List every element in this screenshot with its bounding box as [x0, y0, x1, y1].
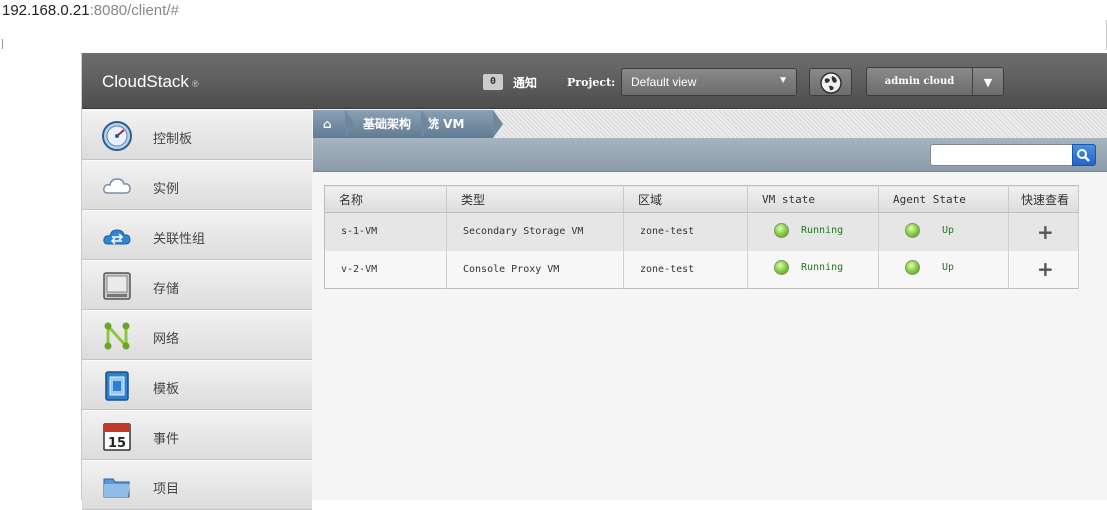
network-icon	[104, 322, 130, 350]
globe-icon	[820, 72, 842, 94]
cell-zone: zone-test	[623, 212, 748, 251]
events-calendar-icon: 15	[103, 423, 131, 451]
search-button[interactable]	[1072, 144, 1096, 166]
cell-vm-state: Running	[747, 250, 879, 289]
dropdown-arrow-icon: ▼	[778, 75, 788, 86]
browser-url-bar[interactable]: 192.168.0.21:8080/client/#	[0, 0, 1107, 53]
sidebar-item-instances[interactable]: 实例	[82, 160, 312, 210]
search-icon	[1077, 149, 1090, 162]
projects-folder-icon	[103, 478, 130, 498]
status-led-icon	[774, 260, 789, 276]
project-selected-value: Default view	[631, 75, 697, 89]
status-led-icon	[774, 222, 789, 238]
logo-text: CloudStack	[102, 72, 189, 91]
cloudstack-logo[interactable]: CloudStack ®	[102, 72, 199, 92]
sidebar-item-label: 控制板	[153, 132, 193, 147]
sidebar-item-label: 关联性组	[153, 232, 206, 247]
sidebar-item-affinity-groups[interactable]: 关联性组	[82, 210, 312, 260]
sidebar-nav: 控制板 实例 关联性组 存储 网络 模板 15 事件 项目	[82, 110, 312, 510]
cell-zone: zone-test	[623, 250, 748, 289]
sidebar-item-label: 网络	[153, 332, 180, 347]
status-led-icon	[905, 260, 920, 276]
breadcrumb: 系统 VM 基础架构 ⌂	[313, 110, 1107, 138]
search-input[interactable]	[930, 144, 1073, 166]
cell-agent-state: Up	[878, 212, 1009, 251]
cell-name[interactable]: s-1-VM	[324, 212, 447, 251]
user-menu-caret-icon[interactable]: ▼	[973, 68, 1003, 95]
table-row[interactable]: s-1-VM Secondary Storage VM zone-test Ru…	[324, 212, 1079, 251]
column-header-name[interactable]: 名称	[324, 185, 447, 213]
breadcrumb-home[interactable]: ⌂	[313, 110, 355, 138]
agent-state-text: Up	[942, 262, 955, 274]
cell-quickview: +	[1008, 212, 1079, 251]
column-header-agent-state[interactable]: Agent State	[878, 185, 1009, 213]
url-path: :8080/client/#	[89, 2, 179, 19]
column-header-quickview: 快速查看	[1008, 185, 1079, 213]
table-row[interactable]: v-2-VM Console Proxy VM zone-test Runnin…	[324, 250, 1079, 289]
sidebar-item-storage[interactable]: 存储	[82, 260, 312, 310]
sidebar-item-label: 实例	[153, 182, 180, 197]
sidebar-item-label: 项目	[153, 482, 180, 497]
breadcrumb-label: 基础架构	[363, 117, 412, 131]
table-header-row: 名称 类型 区域 VM state Agent State 快速查看	[324, 185, 1079, 213]
home-icon: ⌂	[323, 117, 332, 131]
calendar-day: 15	[108, 436, 126, 451]
sidebar-item-templates[interactable]: 模板	[82, 360, 312, 410]
cell-agent-state: Up	[878, 250, 1009, 289]
dashboard-icon	[102, 121, 132, 151]
status-led-icon	[905, 222, 920, 238]
affinity-groups-icon	[103, 229, 131, 245]
storage-icon	[103, 272, 131, 300]
sidebar-item-label: 存储	[153, 282, 180, 297]
vm-state-text: Running	[801, 224, 844, 236]
logo-mark: ®	[191, 79, 199, 89]
sidebar-item-label: 事件	[153, 432, 180, 447]
language-button[interactable]	[809, 68, 852, 96]
cell-quickview: +	[1008, 250, 1079, 289]
project-select[interactable]: Default view ▼	[621, 68, 797, 96]
url-host: 192.168.0.21	[2, 2, 90, 19]
vm-state-text: Running	[801, 262, 844, 274]
notifications-link[interactable]: 通知	[513, 74, 537, 91]
cloud-instances-icon	[103, 178, 131, 194]
quickview-plus-icon[interactable]: +	[1037, 220, 1054, 244]
sidebar-item-events[interactable]: 15 事件	[82, 410, 312, 460]
text-caret	[2, 39, 3, 49]
list-toolbar	[313, 138, 1107, 172]
column-header-vm-state[interactable]: VM state	[747, 185, 879, 213]
main-panel: 系统 VM 基础架构 ⌂ 名称 类型 区域 VM state Agent Sta…	[313, 110, 1107, 500]
sidebar-item-network[interactable]: 网络	[82, 310, 312, 360]
url-text[interactable]: 192.168.0.21:8080/client/#	[2, 2, 179, 19]
project-label: Project:	[567, 76, 616, 89]
sidebar-item-label: 模板	[153, 382, 180, 397]
cloudstack-app: CloudStack ® 0 通知 Project: Default view ▼…	[81, 53, 1107, 510]
cell-type: Console Proxy VM	[446, 250, 624, 289]
sidebar-item-dashboard[interactable]: 控制板	[82, 110, 312, 160]
user-name[interactable]: admin cloud	[867, 68, 973, 95]
templates-icon	[105, 371, 129, 401]
sidebar-item-projects[interactable]: 项目	[82, 460, 312, 510]
quickview-plus-icon[interactable]: +	[1037, 257, 1054, 281]
column-header-type[interactable]: 类型	[446, 185, 624, 213]
system-vm-table: 名称 类型 区域 VM state Agent State 快速查看 s-1-V…	[324, 185, 1079, 289]
cell-name[interactable]: v-2-VM	[324, 250, 447, 289]
cell-vm-state: Running	[747, 212, 879, 251]
column-header-zone[interactable]: 区域	[623, 185, 748, 213]
cell-type: Secondary Storage VM	[446, 212, 624, 251]
agent-state-text: Up	[942, 224, 955, 236]
user-menu[interactable]: admin cloud ▼	[866, 67, 1004, 96]
notification-count-badge[interactable]: 0	[483, 74, 503, 90]
top-header: CloudStack ® 0 通知 Project: Default view ▼…	[82, 53, 1107, 109]
